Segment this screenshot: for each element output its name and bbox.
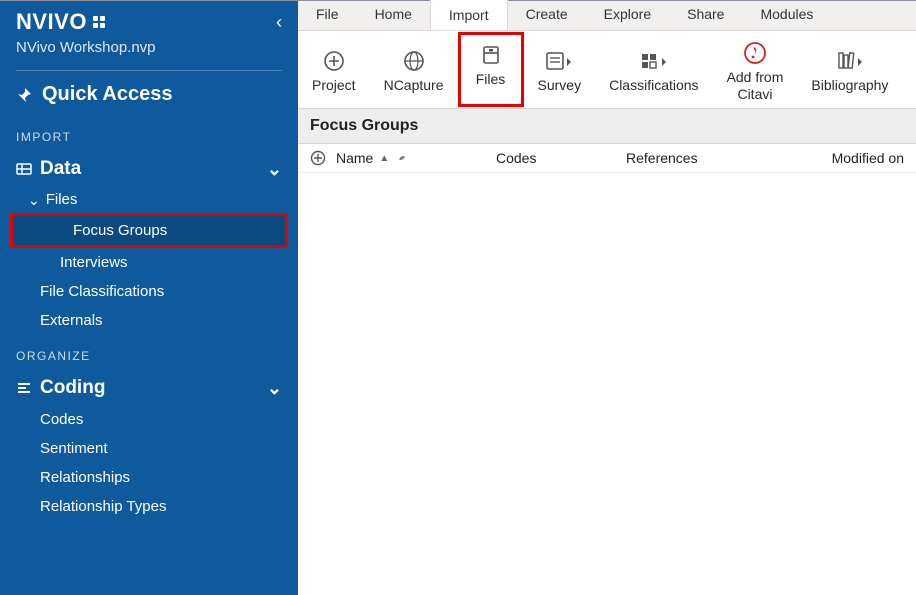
tree-item-coding[interactable]: Coding ⌄ <box>0 371 298 405</box>
bibliography-icon <box>836 47 864 75</box>
tree-item-relationships[interactable]: Relationships <box>0 463 298 492</box>
ribbon-label: Survey <box>538 77 582 93</box>
chevron-down-icon: ⌄ <box>28 193 40 207</box>
column-label: Codes <box>496 150 536 166</box>
tree-item-label: Externals <box>40 312 103 329</box>
survey-icon <box>545 47 573 75</box>
coding-icon <box>16 380 32 396</box>
tree-item-sentiment[interactable]: Sentiment <box>0 434 298 463</box>
project-file-name: NVivo Workshop.nvp <box>0 39 298 70</box>
highlight-ribbon-files: Files <box>458 32 524 107</box>
menu-label: Share <box>687 6 724 22</box>
column-header-modified-on[interactable]: Modified on <box>832 150 904 166</box>
ribbon-project-button[interactable]: Project <box>298 31 370 108</box>
globe-icon <box>403 47 425 75</box>
tree-item-label: Codes <box>40 411 83 428</box>
ribbon-label: Files <box>476 71 506 87</box>
sidebar: NVIVO ‹ NVivo Workshop.nvp Quick Access … <box>0 1 298 595</box>
tree-item-label: Coding <box>40 377 105 399</box>
tree-item-label: Interviews <box>60 254 128 271</box>
quick-access-link[interactable]: Quick Access <box>0 71 298 116</box>
tree-item-label: Data <box>40 158 81 180</box>
tree-item-label: Sentiment <box>40 440 108 457</box>
ribbon-survey-button[interactable]: Survey <box>524 31 596 108</box>
ribbon-bibliography-button[interactable]: Bibliography <box>797 31 902 108</box>
tree-item-codes[interactable]: Codes <box>0 405 298 434</box>
tree-item-label: Files <box>46 191 78 208</box>
content-title: Focus Groups <box>298 109 916 144</box>
organize-section-label: ORGANIZE <box>0 335 298 371</box>
chevron-down-icon: ⌄ <box>267 379 282 397</box>
menu-label: Modules <box>760 6 813 22</box>
tree-item-label: Relationship Types <box>40 498 166 515</box>
tree-item-files[interactable]: ⌄ Files <box>0 186 298 213</box>
menu-modules[interactable]: Modules <box>742 1 831 30</box>
menu-share[interactable]: Share <box>669 1 742 30</box>
menu-label: Import <box>449 7 489 23</box>
logo-dots-icon <box>93 16 105 28</box>
quick-access-label: Quick Access <box>42 83 172 106</box>
ribbon-label: Classifications <box>609 77 698 93</box>
column-header-name[interactable]: Name ▲ <box>336 150 486 166</box>
tree-item-label: Relationships <box>40 469 130 486</box>
app-logo: NVIVO <box>16 9 105 35</box>
ribbon-label: Project <box>312 77 356 93</box>
ribbon-label: Add from Citavi <box>727 69 784 101</box>
tree-item-relationship-types[interactable]: Relationship Types <box>0 492 298 521</box>
app-logo-text: NVIVO <box>16 9 87 35</box>
link-icon <box>395 151 409 165</box>
ribbon: Project NCapture Files Survey <box>298 31 916 109</box>
data-icon <box>16 161 32 177</box>
add-item-button[interactable] <box>310 150 326 166</box>
tree-item-interviews[interactable]: Interviews <box>0 248 298 277</box>
import-section-label: IMPORT <box>0 116 298 152</box>
column-label: Modified on <box>832 150 904 166</box>
main-panel: File Home Import Create Explore Share Mo… <box>298 1 916 595</box>
tree-item-data[interactable]: Data ⌄ <box>0 152 298 186</box>
menu-label: Home <box>375 6 412 22</box>
ribbon-files-button[interactable]: Files <box>461 35 521 91</box>
sort-asc-icon: ▲ <box>379 153 389 164</box>
column-label: Name <box>336 150 373 166</box>
ribbon-label-line: Add from <box>727 69 784 85</box>
highlight-focus-groups: Focus Groups <box>10 213 288 248</box>
tree-item-label: File Classifications <box>40 283 164 300</box>
ribbon-label-line: Citavi <box>737 86 772 102</box>
column-header-codes[interactable]: Codes <box>496 150 616 166</box>
files-icon <box>480 41 502 69</box>
column-header-row: Name ▲ Codes References Modified on <box>298 144 916 173</box>
ribbon-classifications-button[interactable]: Classifications <box>595 31 712 108</box>
menubar: File Home Import Create Explore Share Mo… <box>298 1 916 31</box>
tree-item-file-classifications[interactable]: File Classifications <box>0 277 298 306</box>
ribbon-add-from-citavi-button[interactable]: Add from Citavi <box>713 31 798 108</box>
classifications-icon <box>640 47 668 75</box>
menu-explore[interactable]: Explore <box>586 1 669 30</box>
ribbon-ncapture-button[interactable]: NCapture <box>370 31 458 108</box>
column-label: References <box>626 150 698 166</box>
column-header-references[interactable]: References <box>626 150 806 166</box>
ribbon-label: NCapture <box>384 77 444 93</box>
menu-create[interactable]: Create <box>508 1 586 30</box>
menu-import[interactable]: Import <box>430 0 508 30</box>
pin-icon <box>16 87 32 103</box>
tree-item-focus-groups[interactable]: Focus Groups <box>13 216 285 245</box>
menu-label: Create <box>526 6 568 22</box>
menu-home[interactable]: Home <box>357 1 430 30</box>
project-icon <box>323 47 345 75</box>
chevron-down-icon: ⌄ <box>267 160 282 178</box>
menu-label: File <box>316 6 339 22</box>
collapse-sidebar-button[interactable]: ‹ <box>276 13 282 31</box>
citavi-icon <box>743 39 767 67</box>
tree-item-label: Focus Groups <box>73 222 167 239</box>
menu-file[interactable]: File <box>298 1 357 30</box>
ribbon-label: Bibliography <box>811 77 888 93</box>
tree-item-externals[interactable]: Externals <box>0 306 298 335</box>
menu-label: Explore <box>604 6 651 22</box>
